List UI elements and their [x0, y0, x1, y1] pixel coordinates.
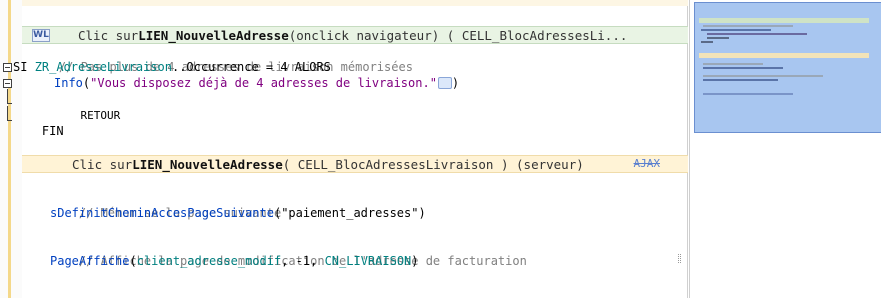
code-line-comment[interactable]: // Affiche la page de modification de l'… — [50, 237, 527, 268]
fold-end-info — [7, 103, 12, 104]
event-control-name: LIEN_NouvelleAdresse — [132, 156, 283, 172]
splitter-grip[interactable] — [678, 254, 681, 263]
fold-guide-info — [7, 89, 8, 103]
minimap-header — [699, 53, 869, 58]
code-line-page-affiche[interactable]: PageAffiche(client_adresse_modif, -1, CN… — [50, 253, 419, 269]
event-suffix: (onclick navigateur) ( CELL_BlocAdresses… — [288, 27, 628, 43]
event-suffix: ( CELL_BlocAdressesLivraison ) (serveur) — [282, 156, 584, 172]
minimap-line — [703, 79, 778, 81]
code-minimap[interactable] — [689, 0, 881, 298]
minimap-viewport[interactable] — [694, 2, 881, 133]
minimap-line — [701, 29, 771, 31]
event-prefix: Clic sur — [78, 27, 139, 43]
minimap-line — [703, 75, 823, 77]
fold-toggle-info[interactable] — [3, 79, 12, 88]
fold-end-si — [7, 120, 12, 121]
fold-guide-si — [7, 106, 8, 120]
minimap-line — [707, 37, 729, 39]
code-line-retour[interactable]: RETOUR — [54, 92, 121, 122]
minimap-line — [701, 41, 713, 43]
code-line-comment[interactable]: // Pas plus de 4 adresses de livraison m… — [30, 43, 413, 74]
wl-language-badge: WL — [32, 28, 50, 42]
string-translation-icon[interactable] — [437, 77, 452, 89]
code-line-call-next-page[interactable]: sDefinitCheminAccesPageSuivante("paiemen… — [50, 205, 426, 221]
code-line-info[interactable]: Info("Vous disposez déjà de 4 adresses d… — [54, 75, 459, 91]
code-line-si[interactable]: SI ZR_AdresseLivraison..Occurrence = 4 A… — [13, 59, 331, 75]
gutter-change-marker — [8, 0, 11, 298]
minimap-line — [703, 93, 793, 95]
event-header-server[interactable]: Clic sur LIEN_NouvelleAdresse ( CELL_Blo… — [22, 155, 688, 173]
event-header-onclick-browser[interactable]: WL Clic sur LIEN_NouvelleAdresse (onclic… — [22, 26, 688, 44]
code-line-fin[interactable]: FIN — [13, 107, 64, 138]
event-control-name: LIEN_NouvelleAdresse — [138, 27, 289, 43]
minimap-header — [699, 18, 869, 23]
fold-toggle-si[interactable] — [3, 63, 12, 72]
code-editor[interactable]: WL Clic sur LIEN_NouvelleAdresse (onclic… — [3, 6, 688, 298]
minimap-line — [703, 25, 793, 27]
minimap-line — [703, 67, 783, 69]
minimap-line — [703, 63, 763, 65]
ajax-toggle[interactable]: AJAX — [634, 157, 661, 170]
code-line-comment[interactable]: // Mémorise la page suivante — [50, 189, 281, 220]
event-prefix: Clic sur — [72, 156, 133, 172]
minimap-line — [707, 33, 807, 35]
